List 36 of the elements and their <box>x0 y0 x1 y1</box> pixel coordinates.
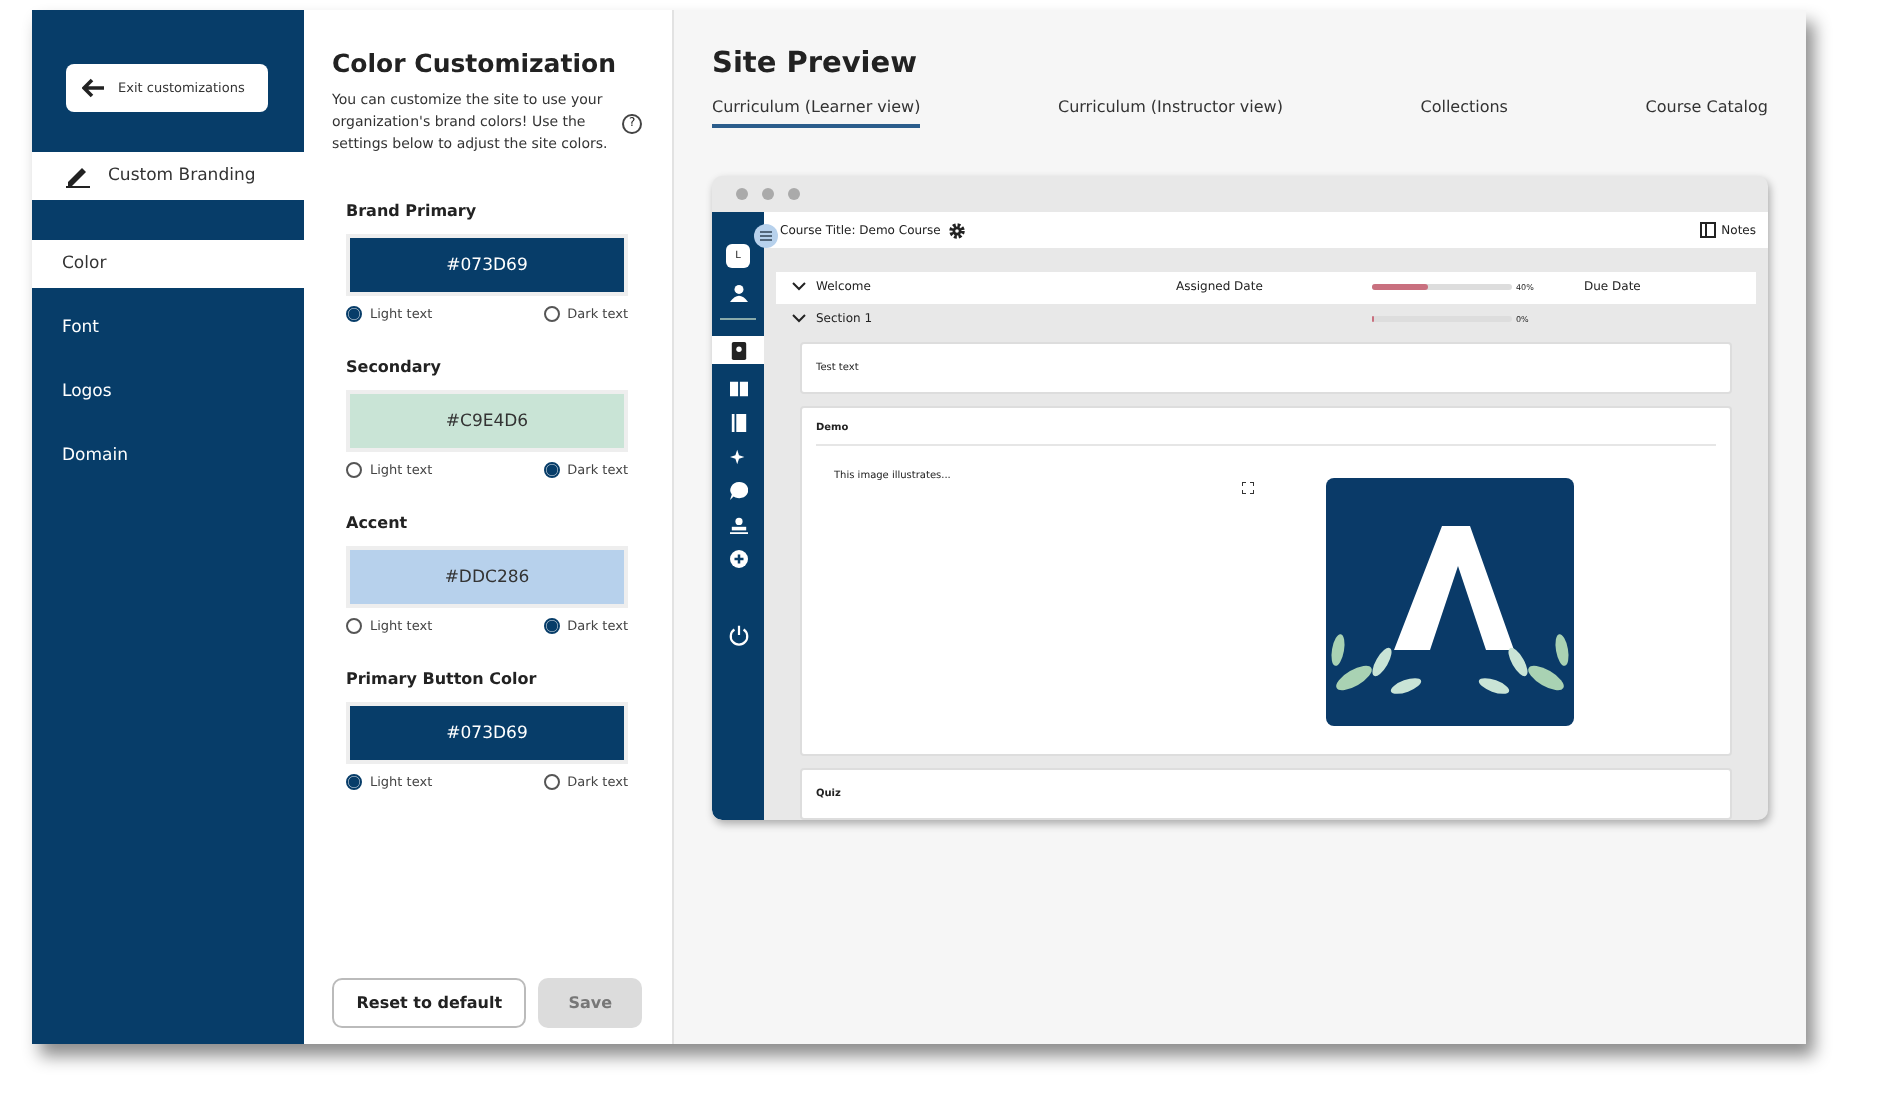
sparkle-icon[interactable] <box>729 448 747 466</box>
notebook-icon[interactable] <box>729 414 747 432</box>
color-label: Primary Button Color <box>346 670 539 688</box>
color-label: Accent <box>346 514 410 532</box>
reset-button[interactable]: Reset to default <box>332 978 527 1028</box>
color-swatch[interactable]: #C9E4D6 <box>346 390 628 452</box>
tab[interactable]: Collections <box>1420 98 1508 128</box>
sidebar-item[interactable]: Domain <box>32 432 304 480</box>
person-icon[interactable] <box>729 284 747 302</box>
tab[interactable]: Curriculum (Instructor view) <box>1058 98 1283 128</box>
panel-icon <box>1699 222 1716 238</box>
podium-icon[interactable] <box>729 516 747 534</box>
pencil-icon <box>66 164 90 188</box>
color-swatch[interactable]: #073D69 <box>346 702 628 764</box>
arrow-left-icon <box>82 78 106 98</box>
settings-icon[interactable] <box>948 221 967 239</box>
sidebar-item[interactable]: Logos <box>32 368 304 416</box>
color-swatch[interactable]: #DDC286 <box>346 546 628 608</box>
sidebar-item[interactable]: Font <box>32 304 304 352</box>
expand-icon[interactable] <box>1242 482 1254 494</box>
power-icon[interactable] <box>727 624 749 646</box>
color-swatch[interactable]: #073D69 <box>346 234 628 296</box>
tab[interactable]: Course Catalog <box>1645 98 1768 128</box>
tab[interactable]: Curriculum (Learner view) <box>712 98 921 128</box>
color-label: Secondary <box>346 358 443 376</box>
chat-icon[interactable] <box>729 482 747 500</box>
plus-circle-icon[interactable] <box>729 550 747 568</box>
contact-card-icon[interactable] <box>729 341 747 359</box>
panel-title: Color Customization <box>332 48 618 78</box>
chevron-down-icon <box>792 282 806 293</box>
section-title: Custom Branding <box>108 166 256 186</box>
color-label: Brand Primary <box>346 202 479 220</box>
preview-title: Site Preview <box>712 48 919 80</box>
sidebar-item[interactable]: Color <box>32 240 304 288</box>
chevron-down-icon <box>792 313 806 324</box>
book-icon[interactable] <box>729 380 747 398</box>
